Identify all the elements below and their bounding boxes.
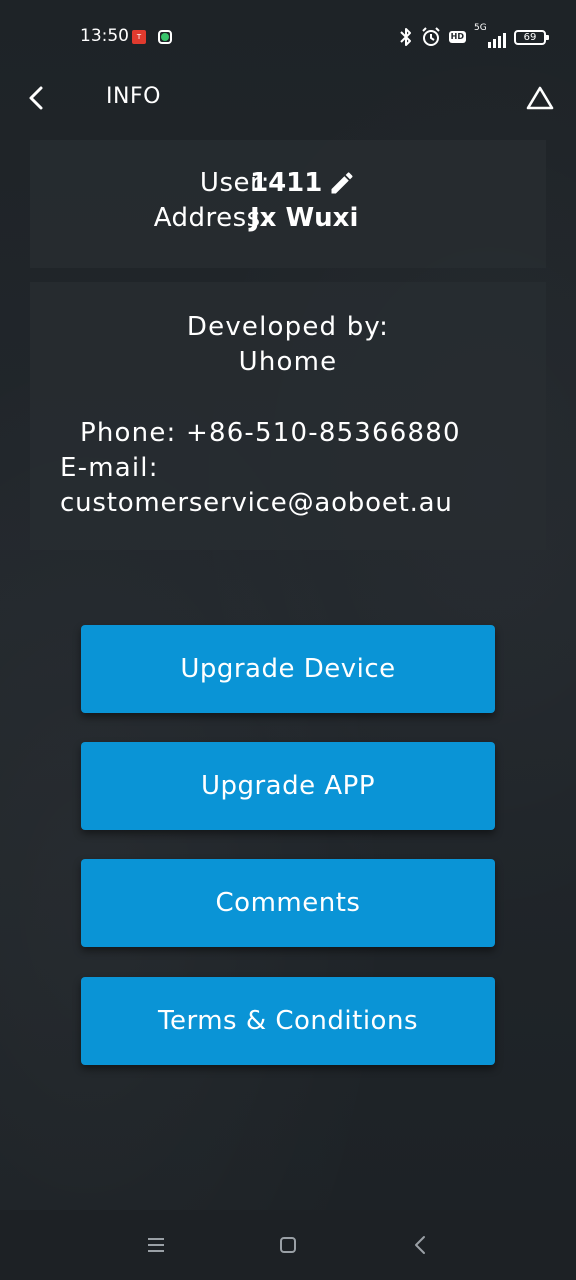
home-square-icon	[280, 1237, 296, 1253]
status-time: 13:50	[80, 26, 129, 46]
signal-strength-icon: 5G	[474, 23, 506, 48]
upgrade-app-button[interactable]: Upgrade APP	[81, 742, 495, 830]
address-value: Jx Wuxi	[250, 203, 359, 233]
nav-back-icon	[415, 1236, 425, 1254]
upgrade-device-button[interactable]: Upgrade Device	[81, 625, 495, 713]
email-address: customerservice@aoboet.au	[60, 488, 453, 518]
bluetooth-icon	[399, 28, 411, 46]
user-value: 1411	[250, 168, 323, 198]
user-row: User: 1411	[30, 168, 546, 204]
hd-badge: HD	[448, 31, 466, 43]
header: INFO	[0, 76, 576, 120]
nav-menu-button[interactable]	[141, 1230, 171, 1260]
warning-triangle-icon	[526, 86, 554, 110]
network-type: 5G	[474, 23, 487, 33]
notification-app-icon: T	[132, 30, 146, 44]
status-bar: 13:50 T HD 5G 69	[0, 0, 576, 76]
comments-button[interactable]: Comments	[81, 859, 495, 947]
battery-icon: 69	[514, 29, 549, 45]
nav-back-button[interactable]	[405, 1230, 435, 1260]
pencil-icon[interactable]	[328, 169, 356, 197]
chevron-left-icon	[29, 86, 43, 110]
nav-home-button[interactable]	[273, 1230, 303, 1260]
back-button[interactable]	[18, 78, 54, 118]
address-row: Address: Jx Wuxi	[30, 203, 546, 239]
alarm-icon	[421, 27, 440, 46]
notification-app-icon-2	[158, 30, 172, 44]
system-nav-bar	[0, 1210, 576, 1280]
email-label: E-mail:	[60, 453, 159, 483]
developer-name: Uhome	[238, 347, 338, 377]
phone-number: Phone: +86-510-85366880	[80, 418, 461, 448]
menu-icon	[148, 1238, 164, 1252]
page-title: INFO	[106, 84, 161, 109]
status-icons: HD 5G 69	[399, 23, 549, 50]
alert-button[interactable]	[522, 80, 558, 116]
developer-info-card: Developed by: Uhome Phone: +86-510-85366…	[30, 282, 546, 550]
terms-conditions-button[interactable]: Terms & Conditions	[81, 977, 495, 1065]
user-value-group: 1411	[250, 168, 356, 198]
developed-by-label: Developed by:	[186, 312, 390, 342]
user-info-card: User: 1411 Address: Jx Wuxi	[30, 140, 546, 268]
